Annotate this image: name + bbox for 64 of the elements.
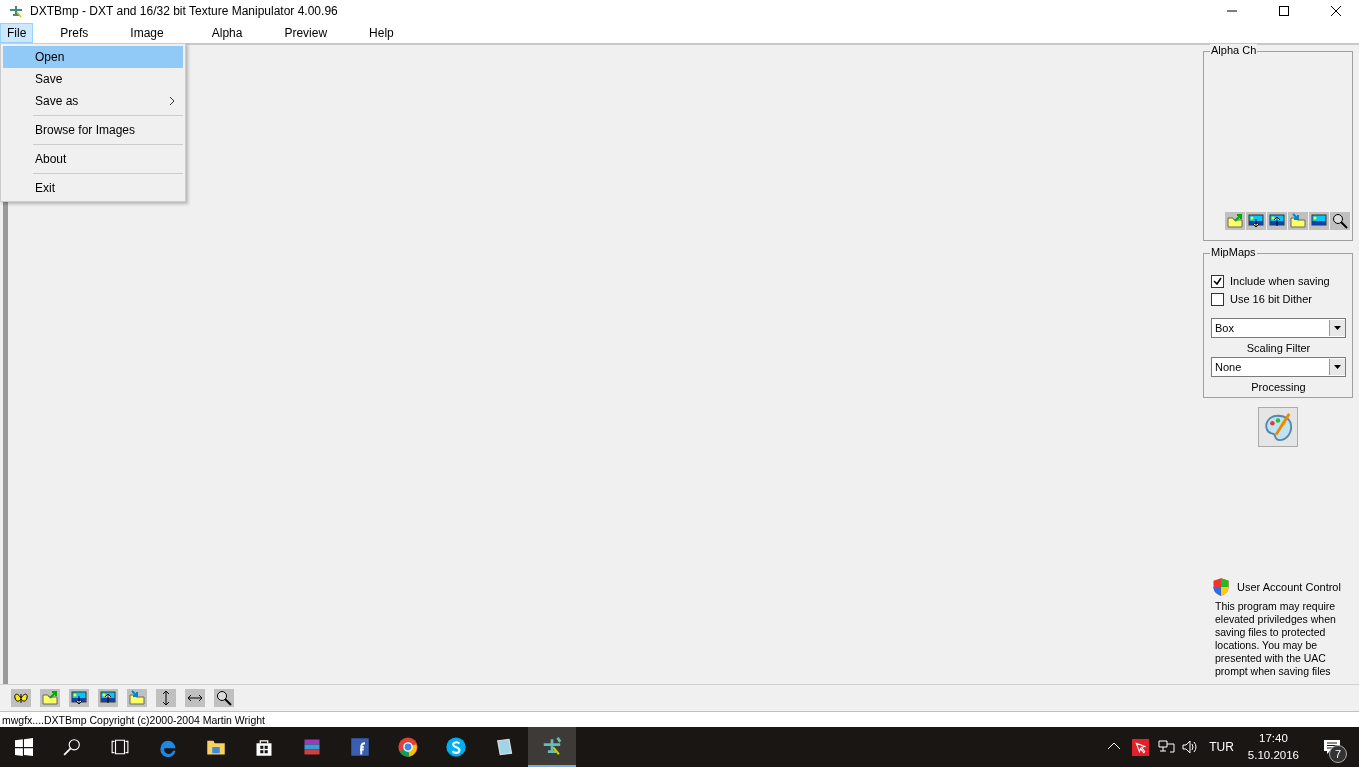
menu-entry[interactable]: Save as bbox=[3, 90, 183, 112]
notifications-button[interactable]: 7 bbox=[1311, 727, 1351, 767]
facebook-icon bbox=[350, 737, 370, 757]
toolbar-button[interactable] bbox=[98, 689, 118, 707]
checkbox-label: Include when saving bbox=[1230, 275, 1330, 287]
shield-icon bbox=[1211, 576, 1231, 598]
skype-icon bbox=[445, 736, 467, 758]
menu-item[interactable]: Alpha bbox=[204, 22, 250, 43]
search-icon bbox=[63, 738, 81, 756]
folder-arrow-icon bbox=[1290, 213, 1306, 229]
dropdown-caption: Processing bbox=[1250, 381, 1307, 393]
menu-item[interactable]: Preview bbox=[277, 22, 335, 43]
clock[interactable]: 17:40 5.10.2016 bbox=[1247, 730, 1299, 764]
uac-notice: This program may require elevated priviledges when saving files to protected locations. You may be presented with the UAC prompt when saving files bbox=[1215, 600, 1337, 678]
toolbar-button[interactable] bbox=[156, 689, 176, 707]
menu-entry[interactable]: Save bbox=[3, 68, 183, 90]
dropdown-caption: Scaling Filter bbox=[1245, 342, 1312, 354]
toolbar-button[interactable] bbox=[185, 689, 205, 707]
shopping-bag-icon bbox=[254, 737, 274, 757]
checkbox[interactable] bbox=[1211, 292, 1224, 306]
cursor-icon bbox=[1132, 738, 1150, 756]
menu-item[interactable]: Prefs bbox=[53, 22, 96, 43]
group-title: MipMaps bbox=[1210, 246, 1257, 258]
toolbar-button[interactable] bbox=[1267, 212, 1287, 230]
uac-title: User Account Control bbox=[1237, 581, 1341, 593]
app-icon bbox=[8, 3, 24, 19]
network-icon bbox=[1157, 739, 1176, 755]
menu-item[interactable]: File bbox=[0, 22, 34, 43]
search-icon bbox=[1332, 213, 1348, 229]
window-title: DXTBmp - DXT and 16/32 bit Texture Manipulator 4.00.96 bbox=[30, 4, 339, 18]
palette-button[interactable] bbox=[1258, 407, 1298, 447]
menu-entry[interactable]: Exit bbox=[3, 177, 183, 199]
group-title: Alpha Ch bbox=[1210, 44, 1258, 56]
close-icon bbox=[1331, 6, 1341, 16]
palette-icon bbox=[1263, 412, 1293, 442]
menu-item[interactable]: Image bbox=[123, 22, 171, 43]
windows-icon bbox=[15, 738, 33, 756]
caret-icon bbox=[1334, 326, 1341, 330]
toolbar-button[interactable] bbox=[69, 689, 89, 707]
checkbox[interactable] bbox=[1211, 274, 1224, 288]
menu-entry[interactable]: About bbox=[3, 148, 183, 170]
notepad-icon bbox=[494, 737, 514, 757]
menu-entry[interactable]: Open bbox=[3, 46, 183, 68]
status-bar: mwgfx....DXTBmp Copyright (c)2000-2004 Martin Wright bbox=[0, 711, 1359, 727]
folder-arrow-icon bbox=[42, 690, 58, 706]
toolbar-button[interactable] bbox=[1330, 212, 1350, 230]
toolbar-button[interactable] bbox=[1246, 212, 1266, 230]
maximize-icon bbox=[1279, 6, 1289, 16]
caret-icon bbox=[1334, 365, 1341, 369]
folder-arrow-icon bbox=[1227, 213, 1243, 229]
task-view-icon bbox=[110, 738, 130, 756]
language-indicator[interactable]: TUR bbox=[1209, 740, 1234, 754]
menu-entry[interactable]: Browse for Images bbox=[3, 119, 183, 141]
folder-arrow-icon bbox=[129, 690, 145, 706]
toolbar-button[interactable] bbox=[214, 689, 234, 707]
search-icon bbox=[216, 690, 232, 706]
dropdown[interactable]: Box bbox=[1211, 318, 1346, 338]
dropdown[interactable]: None bbox=[1211, 357, 1346, 377]
volume-icon bbox=[1181, 739, 1200, 755]
menu-item[interactable]: Help bbox=[362, 22, 401, 43]
image-icon bbox=[1311, 213, 1327, 229]
chrome-icon bbox=[397, 736, 419, 758]
checkbox-label: Use 16 bit Dither bbox=[1230, 293, 1312, 305]
toolbar-button[interactable] bbox=[11, 689, 31, 707]
